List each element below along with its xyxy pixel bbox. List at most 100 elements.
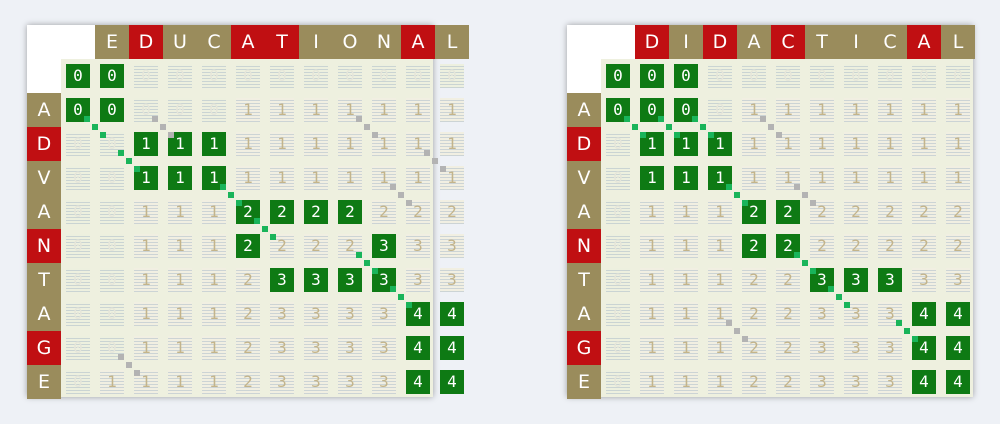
top-letter: A	[737, 25, 771, 59]
side-letter: A	[27, 195, 61, 229]
diagonal-path-marker	[168, 132, 174, 138]
matrix-cell: 1	[401, 93, 435, 127]
matrix-value: 3	[304, 370, 328, 394]
matrix-value: 1	[202, 132, 226, 156]
matrix-value: 3	[878, 336, 902, 360]
matrix-cell: 3	[333, 365, 367, 399]
matrix-value: 1	[236, 166, 260, 190]
matrix-cell: 1	[129, 127, 163, 161]
matrix-value: 1	[304, 166, 328, 190]
diagonal-path-marker	[134, 166, 140, 172]
matrix-cell: 1	[941, 93, 975, 127]
matrix-cell: 0	[367, 59, 401, 93]
side-letter: A	[27, 297, 61, 331]
matrix-value: 0	[810, 64, 834, 88]
matrix-cell: 3	[367, 331, 401, 365]
matrix-value: 2	[742, 268, 766, 292]
diagonal-path-marker	[768, 124, 774, 130]
matrix-value: 0	[66, 302, 90, 326]
top-letter: C	[197, 25, 231, 59]
matrix-value: 1	[168, 302, 192, 326]
matrix-cell: 1	[669, 229, 703, 263]
matrix-value: 1	[810, 166, 834, 190]
matrix-value: 3	[304, 268, 328, 292]
matrix-cell: 1	[941, 127, 975, 161]
diagonal-path-marker	[674, 132, 680, 138]
matrix-cell: 1	[669, 195, 703, 229]
matrix-value: 3	[338, 336, 362, 360]
matrix-cell: 2	[873, 195, 907, 229]
matrix-value: 3	[338, 302, 362, 326]
top-letter: I	[839, 25, 873, 59]
matrix-cell: 0	[771, 59, 805, 93]
matrix-cell: 0	[873, 59, 907, 93]
matrix-value: 4	[406, 370, 430, 394]
side-letter: N	[567, 229, 601, 263]
matrix-value: 1	[134, 200, 158, 224]
matrix-cell: 0	[333, 59, 367, 93]
matrix-value: 1	[810, 98, 834, 122]
matrix-value: 2	[742, 370, 766, 394]
diagonal-path-marker	[836, 294, 842, 300]
top-letter: E	[95, 25, 129, 59]
matrix-value: 1	[742, 132, 766, 156]
diagonal-path-marker	[390, 184, 396, 190]
diagonal-path-marker	[912, 336, 918, 342]
matrix-value: 0	[100, 268, 124, 292]
matrix-value: 0	[66, 166, 90, 190]
matrix-value: 1	[776, 98, 800, 122]
matrix-value: 3	[338, 268, 362, 292]
matrix-value: 1	[168, 166, 192, 190]
top-letter: A	[401, 25, 435, 59]
matrix-value: 4	[912, 302, 936, 326]
matrix-value: 3	[844, 370, 868, 394]
matrix-cell: 2	[265, 195, 299, 229]
side-letter: V	[27, 161, 61, 195]
diagonal-path-marker	[126, 362, 132, 368]
top-letter: D	[703, 25, 737, 59]
matrix-value: 2	[844, 234, 868, 258]
diagonal-path-marker	[624, 116, 630, 122]
matrix-value: 3	[270, 302, 294, 326]
matrix-value: 1	[406, 166, 430, 190]
diagonal-path-marker	[364, 124, 370, 130]
matrix-cell: 2	[435, 195, 469, 229]
matrix-value: 2	[236, 234, 260, 258]
matrix-cell: 0	[61, 229, 95, 263]
matrix-value: 0	[606, 200, 630, 224]
matrix-value: 0	[844, 64, 868, 88]
matrix-value: 0	[776, 64, 800, 88]
diagonal-path-marker	[440, 166, 446, 172]
matrix-value: 2	[878, 234, 902, 258]
matrix-value: 0	[606, 64, 630, 88]
matrix-value: 1	[270, 98, 294, 122]
matrix-cell: 1	[669, 365, 703, 399]
matrix-cell: 1	[635, 297, 669, 331]
matrix-cell: 1	[129, 229, 163, 263]
matrix-cell: 2	[941, 195, 975, 229]
matrix-value: 1	[270, 132, 294, 156]
matrix-value: 0	[66, 64, 90, 88]
matrix-cell: 2	[737, 263, 771, 297]
matrix-value: 2	[912, 234, 936, 258]
matrix-value: 3	[372, 234, 396, 258]
matrix-value: 1	[338, 166, 362, 190]
matrix-value: 0	[202, 98, 226, 122]
matrix-cell: 3	[299, 297, 333, 331]
matrix-value: 1	[202, 268, 226, 292]
matrix-cell: 2	[737, 229, 771, 263]
matrix-cell: 0	[95, 161, 129, 195]
matrix-cell: 3	[401, 229, 435, 263]
matrix-value: 1	[440, 132, 464, 156]
diagonal-path-marker	[134, 370, 140, 376]
diagonal-path-marker	[734, 328, 740, 334]
matrix-value: 4	[946, 302, 970, 326]
matrix-value: 1	[640, 234, 664, 258]
matrix-cell: 3	[299, 365, 333, 399]
matrix-cell: 4	[435, 297, 469, 331]
matrix-value: 2	[236, 336, 260, 360]
matrix-cell: 2	[231, 297, 265, 331]
matrix-value: 4	[440, 302, 464, 326]
diagonal-path-marker	[118, 354, 124, 360]
matrix-value: 0	[606, 166, 630, 190]
